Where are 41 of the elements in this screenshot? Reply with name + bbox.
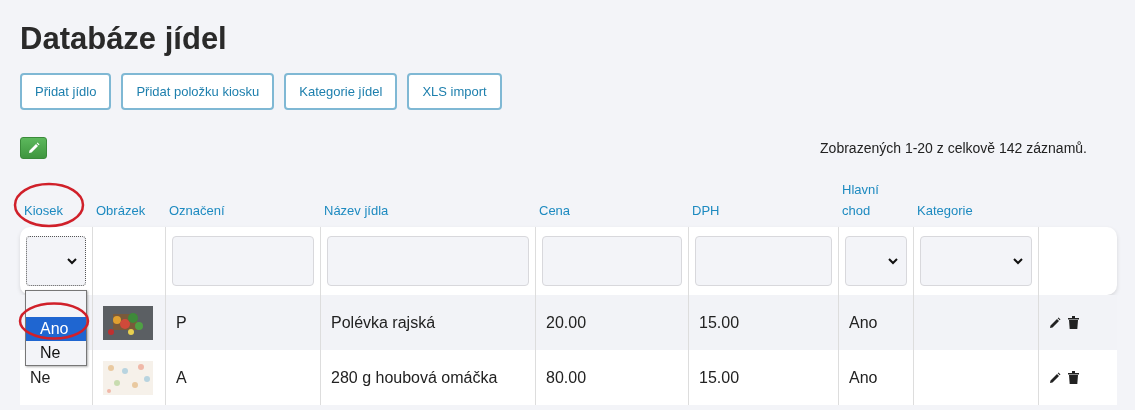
chevron-down-icon (888, 257, 898, 265)
table-cell: 20.00 (546, 313, 587, 332)
edit-icon[interactable] (1049, 316, 1061, 329)
chevron-down-icon (1013, 257, 1023, 265)
column-header[interactable]: Cena (535, 200, 571, 221)
edit-button[interactable] (20, 137, 47, 159)
column-header[interactable]: Označení (165, 200, 225, 221)
highlight-circle (18, 302, 90, 340)
filter-field[interactable] (172, 236, 314, 286)
action-button[interactable]: XLS import (407, 73, 502, 110)
column-header[interactable]: Obrázek (92, 200, 146, 221)
table-cell: Ano (849, 368, 878, 387)
edit-icon[interactable] (1049, 371, 1061, 384)
filter-select[interactable] (26, 236, 86, 286)
table-cell: P (176, 313, 187, 332)
chevron-down-icon (67, 257, 77, 265)
filter-field[interactable] (327, 236, 529, 286)
table-cell: 15.00 (699, 313, 740, 332)
dropdown-option[interactable]: Ne (26, 341, 86, 365)
column-header[interactable]: Kategorie (913, 200, 973, 221)
table-cell: A (176, 368, 187, 387)
highlight-circle (13, 182, 85, 228)
delete-icon[interactable] (1068, 371, 1079, 384)
filter-field[interactable] (695, 236, 832, 286)
table-cell: 280 g houbová omáčka (331, 368, 498, 387)
pencil-icon (27, 142, 40, 154)
column-header[interactable]: Hlavní chod (838, 179, 892, 221)
table-cell: Polévka rajská (331, 313, 436, 332)
column-header[interactable]: Název jídla (320, 200, 389, 221)
action-button[interactable]: Kategorie jídel (284, 73, 398, 110)
record-count: Zobrazených 1-20 z celkově 142 záznamů. (820, 140, 1087, 156)
table-cell: Ne (30, 368, 51, 387)
filter-field[interactable] (542, 236, 682, 286)
page-title: Databáze jídel (20, 20, 228, 58)
action-button[interactable]: Přidat položku kiosku (121, 73, 275, 110)
table-cell: 80.00 (546, 368, 587, 387)
table-cell: Ano (849, 313, 878, 332)
column-header[interactable]: DPH (688, 200, 720, 221)
delete-icon[interactable] (1068, 316, 1079, 329)
action-button[interactable]: Přidat jídlo (20, 73, 112, 110)
table-cell: 15.00 (699, 368, 740, 387)
